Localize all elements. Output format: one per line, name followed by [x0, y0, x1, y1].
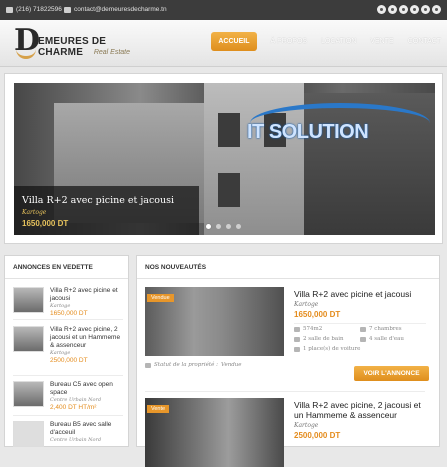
listing-location: Kartoge	[294, 301, 319, 308]
divider	[13, 415, 123, 416]
building-window	[218, 173, 240, 207]
top-bar: (216) 71822596 contact@demeuresdecharme.…	[0, 0, 447, 20]
featured-item-title[interactable]: Villa R+2 avec picine et jacousi	[50, 287, 122, 303]
listing-parking: 1 place(s) de voiture	[303, 346, 361, 352]
listing-image[interactable]: Vente	[145, 398, 284, 467]
listing-title[interactable]: Villa R+2 avec picine et jacousi	[294, 289, 426, 299]
listing-title[interactable]: Villa R+2 avec picine, 2 jacousi et un H…	[294, 400, 426, 420]
slider-dot-1[interactable]	[206, 224, 211, 229]
featured-item[interactable]: Villa R+2 avec picine, 2 jacousi et un H…	[13, 326, 123, 366]
rss-icon[interactable]	[410, 5, 419, 14]
linkedin-icon[interactable]	[421, 5, 430, 14]
listing-price: 1650,000 DT	[294, 310, 341, 319]
listing-status-label: Statut de la propriété :	[154, 362, 218, 368]
slide-caption[interactable]: Villa R+2 avec picine et jacousi Kartoge…	[14, 186, 199, 235]
listing-status: Statut de la propriété : Vendue	[145, 362, 285, 368]
featured-thumb[interactable]	[13, 381, 44, 407]
hero-slider[interactable]: IT SOLUTION Villa R+2 avec picine et jac…	[14, 83, 435, 235]
listing-surface: 574m2	[303, 326, 323, 332]
divider	[145, 391, 425, 392]
featured-item-location: Centre Urbain Nord	[50, 437, 102, 443]
envelope-icon	[64, 6, 71, 13]
listing-status-value: Vendue	[220, 362, 242, 368]
slider-dot-4[interactable]	[236, 224, 241, 229]
view-listing-button[interactable]: VOIR L'ANNONCE	[354, 366, 429, 381]
featured-item[interactable]: Bureau B5 avec salle d'acceuil Centre Ur…	[13, 421, 123, 461]
listing-image[interactable]: Vendue	[145, 287, 284, 356]
building-window	[218, 113, 240, 147]
bed-icon	[360, 326, 366, 332]
hero-slider-frame: IT SOLUTION Villa R+2 avec picine et jac…	[4, 73, 443, 244]
logo-subtitle: Real Estate	[93, 49, 130, 56]
slide-price: 1650,000 DT	[22, 219, 69, 228]
nav-item-a-propos[interactable]: À PROPOS	[271, 32, 308, 51]
featured-item-price: 1650,000 DT	[50, 310, 88, 317]
listing-bath: 2 salle de bain	[303, 336, 344, 342]
featured-item-title[interactable]: Bureau B5 avec salle d'acceuil	[50, 421, 122, 437]
featured-thumb[interactable]	[13, 287, 44, 313]
listing-location: Kartoge	[294, 422, 319, 429]
facebook-icon[interactable]	[377, 5, 386, 14]
main-nav: ACCUEIL À PROPOS LOCATION VENTE CONTACT	[211, 32, 441, 51]
listing-rooms: 7 chambres	[369, 326, 402, 332]
listing-card: Vendue Villa R+2 avec picine et jacousi …	[145, 287, 429, 387]
email-address[interactable]: contact@demeuresdecharme.tn	[74, 6, 167, 13]
social-links	[377, 5, 441, 14]
nav-item-accueil[interactable]: ACCUEIL	[211, 32, 257, 51]
divider	[13, 319, 123, 320]
slide-title[interactable]: Villa R+2 avec picine et jacousi	[22, 195, 191, 206]
featured-item-price: 2500,000 DT	[50, 357, 88, 364]
featured-item-price: 2,400 DT HT/m²	[50, 404, 97, 411]
listing-card: Vente Villa R+2 avec picine, 2 jacousi e…	[145, 398, 426, 467]
phone-number: (216) 71822596	[16, 6, 62, 13]
surface-icon	[294, 326, 300, 332]
phone-contact: (216) 71822596	[6, 6, 62, 13]
featured-thumb[interactable]	[13, 326, 44, 352]
site-header: D EMEURES DE CHARME Real Estate ACCUEIL …	[0, 20, 447, 67]
slide-watermark: IT SOLUTION	[247, 121, 369, 143]
divider	[13, 375, 123, 376]
slider-dot-2[interactable]	[216, 224, 221, 229]
slider-dot-3[interactable]	[226, 224, 231, 229]
featured-item[interactable]: Villa R+2 avec picine et jacousi Kartoge…	[13, 287, 123, 327]
featured-item-title[interactable]: Bureau C5 avec open space	[50, 381, 122, 397]
bath-icon	[294, 336, 300, 342]
skype-icon[interactable]	[399, 5, 408, 14]
news-title: NOS NOUVEAUTÉS	[137, 256, 439, 279]
listing-price: 2500,000 DT	[294, 431, 341, 440]
googleplus-icon[interactable]	[432, 5, 441, 14]
featured-panel: ANNONCES EN VEDETTE Villa R+2 avec picin…	[4, 255, 129, 447]
phone-icon	[6, 6, 13, 13]
nav-item-vente[interactable]: VENTE	[370, 32, 393, 51]
site-logo[interactable]: D EMEURES DE CHARME Real Estate	[14, 26, 132, 62]
featured-title: ANNONCES EN VEDETTE	[5, 256, 128, 279]
shower-icon	[360, 336, 366, 342]
listing-specs: 574m2 7 chambres 2 salle de bain 4 salle…	[294, 323, 426, 354]
tag-icon	[145, 362, 151, 368]
listing-tag: Vente	[147, 405, 170, 413]
nav-item-contact[interactable]: CONTACT	[408, 32, 441, 51]
slider-pagination	[206, 224, 241, 229]
twitter-icon[interactable]	[388, 5, 397, 14]
email-contact[interactable]: contact@demeuresdecharme.tn	[64, 6, 167, 13]
car-icon	[294, 346, 300, 352]
featured-thumb[interactable]	[13, 421, 44, 447]
listing-wc: 4 salle d'eau	[369, 336, 404, 342]
featured-item-title[interactable]: Villa R+2 avec picine, 2 jacousi et un H…	[50, 326, 122, 350]
slide-location: Kartoge	[22, 209, 47, 216]
nav-item-location[interactable]: LOCATION	[321, 32, 356, 51]
news-panel: NOS NOUVEAUTÉS Vendue Villa R+2 avec pic…	[136, 255, 440, 467]
listing-tag: Vendue	[147, 294, 174, 302]
